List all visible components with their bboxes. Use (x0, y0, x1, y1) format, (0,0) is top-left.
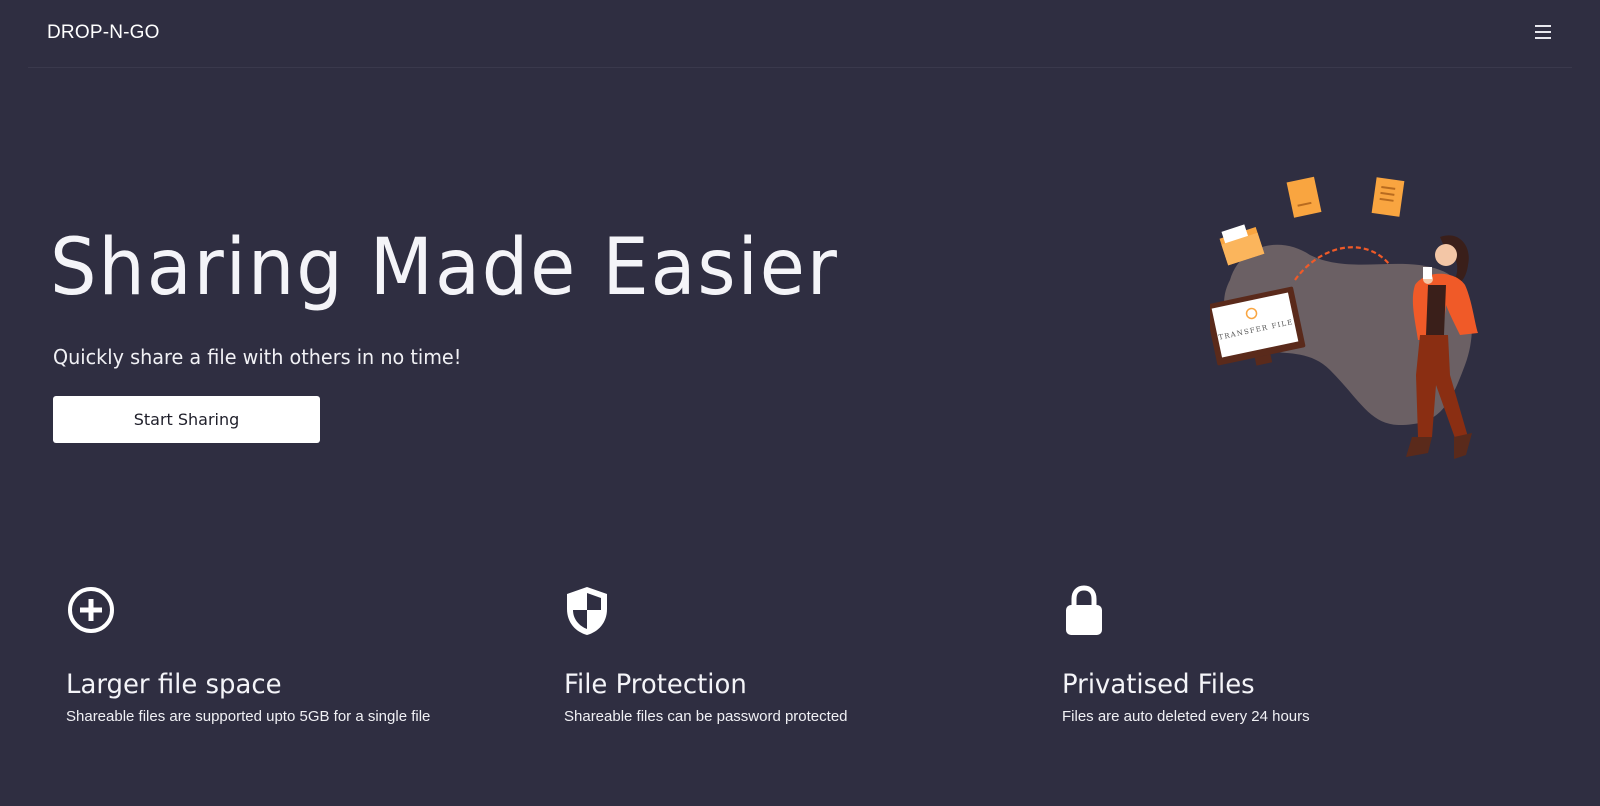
feature-title: File Protection (564, 669, 747, 700)
shield-icon (564, 585, 614, 639)
feature-privatised-files: Privatised Files Files are auto deleted … (1062, 585, 1522, 725)
hero-illustration: TRANSFER FILE (1205, 175, 1510, 495)
feature-description: Shareable files can be password protecte… (564, 708, 848, 725)
feature-title: Privatised Files (1062, 669, 1255, 700)
navbar: DROP-N-GO (0, 0, 1600, 68)
start-sharing-button[interactable]: Start Sharing (53, 396, 320, 443)
hamburger-menu-icon[interactable] (1533, 22, 1553, 42)
page: DROP-N-GO Sharing Made Easier Quickly sh… (0, 0, 1600, 806)
feature-description: Files are auto deleted every 24 hours (1062, 708, 1310, 725)
brand-logo[interactable]: DROP-N-GO (47, 22, 160, 44)
navbar-divider (28, 67, 1572, 68)
feature-file-protection: File Protection Shareable files can be p… (564, 585, 1024, 725)
hero-subtitle: Quickly share a file with others in no t… (53, 345, 462, 369)
feature-title: Larger file space (66, 669, 282, 700)
feature-description: Shareable files are supported upto 5GB f… (66, 708, 431, 725)
plus-circle-icon (66, 585, 116, 639)
feature-larger-file-space: Larger file space Shareable files are su… (66, 585, 526, 725)
hero-title: Sharing Made Easier (50, 223, 839, 313)
lock-icon (1062, 585, 1112, 639)
